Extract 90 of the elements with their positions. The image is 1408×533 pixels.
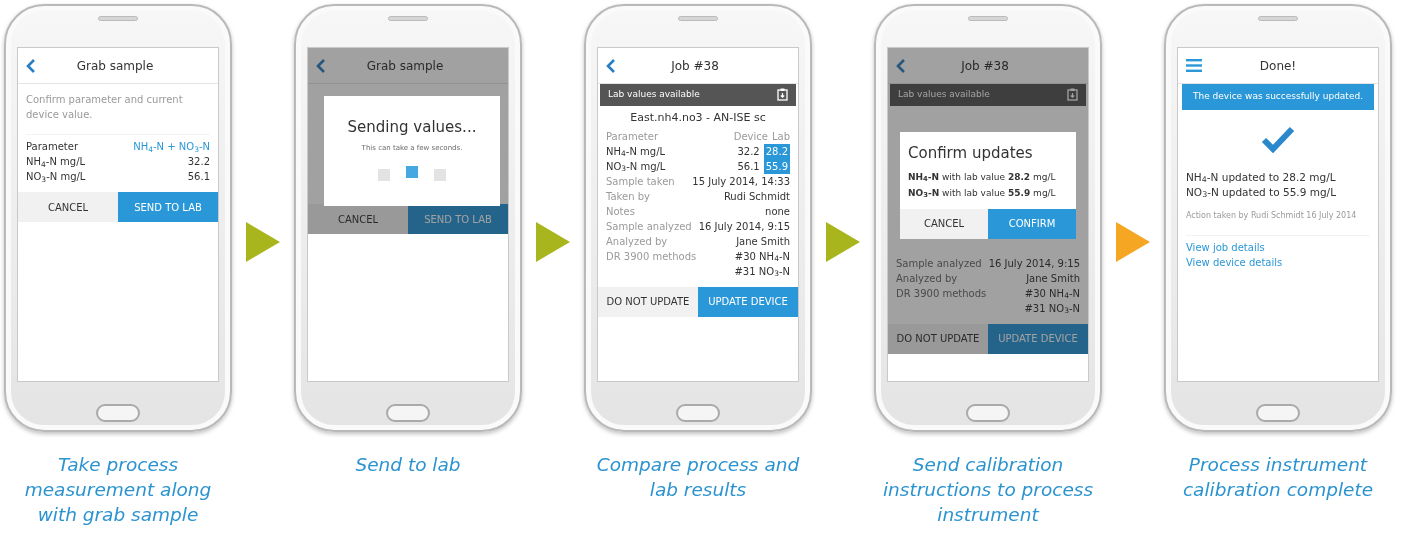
back-icon[interactable] xyxy=(896,58,906,73)
status-banner: Lab values available xyxy=(600,84,796,106)
primary-action-button[interactable]: CONFIRM xyxy=(988,208,1076,239)
field-value: #31 NO$_{3}$-N xyxy=(1024,301,1080,316)
step-caption: Process instrument calibration complete xyxy=(1181,453,1375,502)
field-value: Rudi Schmidt xyxy=(723,189,790,204)
primary-action-button[interactable]: UPDATE DEVICE xyxy=(698,286,798,317)
secondary-action-button[interactable]: CANCEL xyxy=(900,208,988,239)
step-caption: Compare process and lab results xyxy=(595,453,801,502)
dialog-title: Confirm updates xyxy=(907,143,1034,164)
step-caption: Take process measurement along with grab sample xyxy=(23,453,213,527)
instruction-text: Confirm parameter and current device value. xyxy=(25,93,184,122)
field-label: NH$_{4}$-N mg/L xyxy=(26,155,86,169)
field-value: Jane Smith xyxy=(736,234,790,249)
home-button[interactable] xyxy=(966,404,1010,422)
field-label: NO$_{3}$-N mg/L xyxy=(26,170,86,184)
field-label: Sample analyzed xyxy=(606,219,692,234)
field-value: 16 July 2014, 9:15 xyxy=(988,256,1080,271)
update-summary-text: NO$_{3}$-N updated to 55.9 mg/L xyxy=(1185,184,1337,200)
update-summary-text: NH$_{4}$-N updated to 28.2 mg/L xyxy=(1185,169,1337,185)
screen-title: Done! xyxy=(1258,57,1298,75)
step-caption: Send to lab xyxy=(354,453,462,477)
secondary-action-button[interactable]: DO NOT UPDATE xyxy=(598,286,698,317)
back-icon[interactable] xyxy=(606,58,616,73)
back-icon[interactable] xyxy=(26,58,36,73)
field-value: NH$_{4}$-N + NO$_{3}$-N xyxy=(133,140,210,154)
checkmark-icon xyxy=(1261,125,1295,154)
field-value: 16 July 2014, 9:15 xyxy=(698,219,790,234)
speaker-slot xyxy=(1258,16,1298,21)
status-banner: Lab values available xyxy=(890,84,1086,106)
field-value: 32.2 xyxy=(187,155,210,169)
screen-title: Grab sample xyxy=(365,57,445,75)
field-label: Sample analyzed xyxy=(896,256,982,271)
menu-icon[interactable] xyxy=(1186,59,1202,72)
sample-point-title: East.nh4.no3 - AN-ISE sc xyxy=(629,109,767,126)
screen-title: Job #38 xyxy=(669,57,720,75)
parameter-label: NO$_{3}$-N mg/L xyxy=(606,159,667,174)
field-label: Sample taken xyxy=(606,174,675,189)
field-value: #31 NO$_{3}$-N xyxy=(734,264,790,279)
speaker-slot xyxy=(388,16,428,21)
details-link[interactable]: View device details xyxy=(1178,254,1378,270)
secondary-action-button[interactable]: CANCEL xyxy=(18,192,118,222)
next-step-arrow-icon xyxy=(1116,222,1150,262)
status-banner: The device was successfully updated. xyxy=(1182,84,1374,110)
field-value: 56.1 xyxy=(187,170,210,184)
dialog-message: NH$_{4}$-N with lab value 28.2 mg/L xyxy=(907,170,1057,185)
field-label: Notes xyxy=(606,204,635,219)
clipboard-icon[interactable] xyxy=(1067,88,1078,102)
device-value: 56.1 xyxy=(737,159,760,174)
home-button[interactable] xyxy=(386,404,430,422)
field-label: Parameter xyxy=(26,140,79,154)
home-button[interactable] xyxy=(1256,404,1300,422)
field-value: #30 NH$_{4}$-N xyxy=(734,249,790,264)
field-label: Analyzed by xyxy=(606,234,668,249)
primary-action-button[interactable]: UPDATE DEVICE xyxy=(988,323,1088,354)
next-step-arrow-icon xyxy=(246,222,280,262)
home-button[interactable] xyxy=(96,404,140,422)
next-step-arrow-icon xyxy=(536,222,570,262)
field-label: DR 3900 methods xyxy=(606,249,697,264)
column-header: Lab xyxy=(771,129,790,144)
clipboard-icon[interactable] xyxy=(777,88,788,102)
step-caption: Send calibration instructions to process instrument xyxy=(881,453,1095,527)
screen-title: Grab sample xyxy=(75,57,155,75)
field-value: Jane Smith xyxy=(1026,271,1080,286)
secondary-action-button[interactable]: DO NOT UPDATE xyxy=(888,323,988,354)
primary-action-button[interactable]: SEND TO LAB xyxy=(408,204,508,234)
lab-value: 28.2 xyxy=(763,143,790,159)
back-icon[interactable] xyxy=(316,58,326,73)
device-value: 32.2 xyxy=(737,144,760,159)
speaker-slot xyxy=(98,16,138,21)
dialog-title: Sending values... xyxy=(346,117,478,138)
details-link[interactable]: View job details xyxy=(1178,239,1378,255)
parameter-label: NH$_{4}$-N mg/L xyxy=(606,144,667,159)
speaker-slot xyxy=(678,16,718,21)
field-value: 15 July 2014, 14:33 xyxy=(692,174,790,189)
secondary-action-button[interactable]: CANCEL xyxy=(308,204,408,234)
primary-action-button[interactable]: SEND TO LAB xyxy=(118,192,218,222)
column-header: Device xyxy=(733,129,768,144)
field-value: none xyxy=(765,204,790,219)
column-header: Parameter xyxy=(606,129,660,144)
action-info-text: Action taken by Rudi Schmidt 16 July 2014 xyxy=(1185,209,1358,222)
field-value: #30 NH$_{4}$-N xyxy=(1024,286,1080,301)
screen-title: Job #38 xyxy=(959,57,1010,75)
next-step-arrow-icon xyxy=(826,222,860,262)
home-button[interactable] xyxy=(676,404,720,422)
dialog-message: NO$_{3}$-N with lab value 55.9 mg/L xyxy=(907,186,1057,201)
field-label: Taken by xyxy=(606,189,650,204)
field-label: DR 3900 methods xyxy=(896,286,987,301)
speaker-slot xyxy=(968,16,1008,21)
field-label: Analyzed by xyxy=(896,271,958,286)
